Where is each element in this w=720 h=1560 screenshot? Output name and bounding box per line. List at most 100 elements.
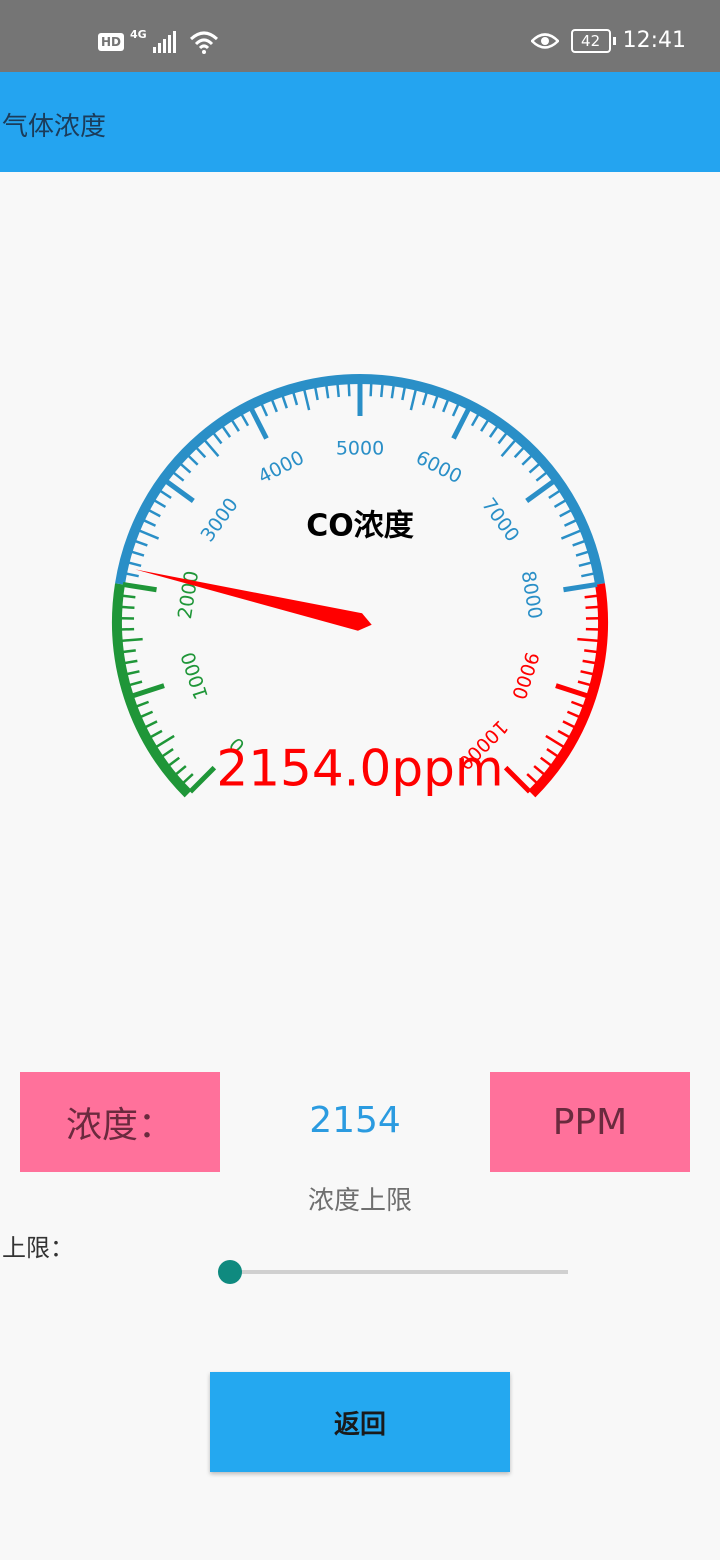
gauge-minor-tick: [125, 670, 140, 676]
gauge-minor-tick: [121, 594, 136, 599]
upper-limit-label: 上限：: [2, 1234, 74, 1262]
gauge-tick-label: 9000: [507, 649, 543, 702]
gauge-minor-tick: [528, 462, 541, 474]
gauge-minor-tick: [580, 670, 595, 676]
gauge-major-tick: [130, 683, 165, 699]
gauge-tick-label: 7000: [477, 494, 523, 546]
gauge-minor-tick: [179, 462, 192, 474]
signal-icon: [152, 31, 176, 53]
unit-label: PPM: [552, 1101, 628, 1143]
gauge-minor-tick: [570, 700, 585, 709]
slider-track[interactable]: [232, 1270, 568, 1274]
gauge-minor-tick: [174, 765, 187, 776]
gauge-minor-tick: [526, 773, 539, 785]
gauge-minor-tick: [575, 550, 590, 557]
gauge-minor-tick: [347, 382, 351, 397]
gauge-minor-tick: [563, 518, 578, 527]
gauge-minor-tick: [581, 572, 596, 578]
gauge-minor-tick: [488, 424, 500, 438]
gauge-minor-tick: [120, 637, 143, 643]
wifi-icon: [189, 31, 218, 54]
gauge-minor-tick: [566, 710, 581, 719]
gauge-needle: [135, 569, 372, 631]
gauge-minor-tick: [584, 594, 599, 599]
app-bar: 气体浓度: [0, 72, 720, 172]
gauge-minor-tick: [147, 508, 161, 518]
gauge-tick-label: 4000: [255, 447, 308, 489]
gauge-tick-label: 5000: [336, 438, 384, 460]
unit-box: PPM: [490, 1072, 690, 1172]
gauge-minor-tick: [578, 561, 593, 568]
gauge-minor-tick: [281, 394, 288, 409]
upper-limit-slider[interactable]: [218, 1258, 570, 1286]
gauge-minor-tick: [181, 773, 194, 785]
gauge-minor-tick: [442, 398, 450, 413]
gauge-major-tick: [555, 683, 590, 699]
hd-badge: HD: [98, 33, 125, 51]
gauge-minor-tick: [451, 402, 460, 417]
gauge-minor-tick: [171, 470, 185, 482]
gauge-minor-tick: [584, 649, 599, 654]
back-button[interactable]: 返回: [210, 1372, 510, 1472]
gauge-minor-tick: [152, 498, 167, 509]
gauge-tick-label: 8000: [517, 569, 546, 620]
gauge-minor-tick: [124, 572, 139, 578]
gauge-minor-tick: [585, 605, 600, 610]
gauge-minor-tick: [291, 391, 299, 406]
eye-icon: [530, 32, 559, 49]
slider-thumb[interactable]: [218, 1260, 242, 1284]
gauge-minor-tick: [380, 382, 384, 398]
gauge-minor-tick: [548, 489, 562, 499]
gauge-minor-tick: [577, 680, 592, 687]
gauge-minor-tick: [421, 391, 429, 406]
gauge-minor-tick: [120, 605, 135, 610]
gauge-minor-tick: [240, 412, 250, 427]
gauge-major-tick: [122, 581, 157, 593]
gauge-minor-tick: [154, 734, 175, 749]
gauge-minor-tick: [137, 529, 160, 540]
upper-limit-title: 浓度上限: [307, 1186, 412, 1216]
status-left-icons: HD 4G: [98, 27, 219, 54]
gauge-minor-tick: [142, 518, 157, 527]
gauge-minor-tick: [143, 720, 158, 729]
gauge-minor-tick: [545, 734, 566, 749]
gauge-minor-tick: [557, 729, 571, 739]
gauge-major-tick: [563, 581, 598, 593]
gauge-minor-tick: [401, 386, 407, 401]
gauge-minor-tick: [559, 508, 573, 518]
gauge-minor-tick: [211, 431, 223, 445]
gauge-minor-tick: [432, 394, 439, 409]
gauge-value: 2154.0ppm: [216, 740, 503, 798]
gauge-minor-tick: [539, 756, 553, 768]
gauge-minor-tick: [513, 446, 526, 459]
gauge-minor-tick: [562, 720, 577, 729]
gauge-tick-label: 1000: [177, 649, 213, 702]
gauge-minor-tick: [149, 729, 163, 739]
gauge-minor-tick: [230, 418, 240, 432]
gauge-minor-tick: [572, 539, 587, 547]
gauge-major-tick: [188, 765, 217, 794]
gauge-minor-tick: [260, 402, 269, 417]
gauge-minor-tick: [302, 388, 311, 411]
gauge-minor-tick: [123, 659, 138, 665]
network-type: 4G: [130, 27, 147, 41]
gauge-minor-tick: [194, 446, 207, 459]
gauge-minor-tick: [133, 539, 148, 547]
gauge-minor-tick: [480, 418, 490, 432]
gauge-minor-tick: [582, 659, 597, 665]
gauge-minor-tick: [560, 529, 583, 540]
gauge-minor-tick: [130, 550, 145, 557]
status-time: 12:41: [622, 28, 686, 53]
gauge-minor-tick: [577, 637, 600, 643]
gauge-minor-tick: [500, 438, 517, 458]
gauge-minor-tick: [121, 649, 136, 654]
gauge-minor-tick: [324, 384, 330, 399]
gauge-tick-label: 3000: [197, 494, 243, 546]
gauge-minor-tick: [127, 561, 142, 568]
gauge-minor-tick: [409, 388, 418, 411]
gauge-minor-tick: [139, 710, 154, 719]
gauge-minor-tick: [186, 454, 199, 466]
gauge-minor-tick: [203, 438, 220, 458]
gauge-minor-tick: [158, 489, 172, 499]
gauge-minor-tick: [369, 382, 373, 397]
